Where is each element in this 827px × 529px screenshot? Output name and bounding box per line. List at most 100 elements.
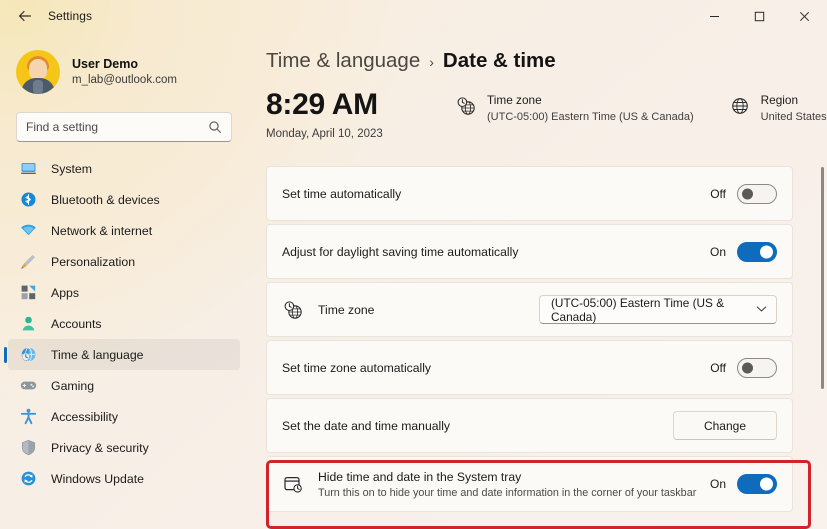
breadcrumb-separator: › <box>429 54 434 70</box>
scrollbar-track[interactable] <box>821 127 825 529</box>
gamepad-icon <box>18 376 38 396</box>
timezone-summary: Time zone (UTC-05:00) Eastern Time (US &… <box>456 89 694 123</box>
clock-globe-icon <box>456 93 476 121</box>
current-time: 8:29 AM <box>266 88 378 121</box>
breadcrumb-parent[interactable]: Time & language <box>266 49 420 73</box>
sidebar-nav: System Bluetooth & devices Network & int… <box>0 153 248 494</box>
set-time-automatically-toggle[interactable] <box>737 183 777 204</box>
sidebar-item-label: Privacy & security <box>51 440 149 455</box>
accessibility-icon <box>18 407 38 427</box>
toggle-state-text: Off <box>710 360 726 375</box>
toggle-state-text: Off <box>710 186 726 201</box>
sidebar-item-label: System <box>51 161 92 176</box>
avatar <box>16 50 60 94</box>
title-bar: Settings <box>0 0 827 32</box>
person-icon <box>18 314 38 334</box>
sidebar-item-apps[interactable]: Apps <box>8 277 240 308</box>
sidebar-item-label: Gaming <box>51 378 95 393</box>
close-icon <box>799 11 810 21</box>
timezone-title: Time zone <box>487 93 542 107</box>
clock-globe-icon <box>18 345 38 365</box>
monitor-icon <box>18 159 38 179</box>
setting-label: Time zone <box>318 302 375 317</box>
region-summary: Region United States <box>730 89 827 123</box>
settings-card-list: Set time automatically Off Adjust for da… <box>266 166 793 512</box>
setting-label: Set time zone automatically <box>282 360 432 375</box>
sidebar-item-label: Apps <box>51 285 80 300</box>
profile-block[interactable]: User Demo m_lab@outlook.com <box>0 38 248 100</box>
minimize-button[interactable] <box>692 0 737 32</box>
setting-row-time-zone[interactable]: Time zone (UTC-05:00) Eastern Time (US &… <box>266 282 793 337</box>
sidebar-item-label: Network & internet <box>51 223 153 238</box>
close-button[interactable] <box>782 0 827 32</box>
daylight-saving-toggle[interactable] <box>737 241 777 262</box>
setting-label: Set time automatically <box>282 186 402 201</box>
sidebar-item-bluetooth-devices[interactable]: Bluetooth & devices <box>8 184 240 215</box>
clock-block: 8:29 AM Monday, April 10, 2023 <box>266 89 456 140</box>
current-date: Monday, April 10, 2023 <box>266 127 383 140</box>
calendar-clock-icon <box>282 473 304 495</box>
region-title: Region <box>760 93 799 107</box>
time-zone-select-value: (UTC-05:00) Eastern Time (US & Canada) <box>551 295 725 324</box>
sidebar-item-personalization[interactable]: Personalization <box>8 246 240 277</box>
set-time-zone-automatically-toggle[interactable] <box>737 357 777 378</box>
paintbrush-icon <box>18 252 38 272</box>
time-zone-select[interactable]: (UTC-05:00) Eastern Time (US & Canada) <box>539 295 777 324</box>
sidebar-item-windows-update[interactable]: Windows Update <box>8 463 240 494</box>
globe-icon <box>730 93 750 121</box>
window-controls <box>692 0 827 32</box>
sidebar-item-accounts[interactable]: Accounts <box>8 308 240 339</box>
hide-time-date-toggle[interactable] <box>737 474 777 494</box>
sidebar-item-network-internet[interactable]: Network & internet <box>8 215 240 246</box>
setting-label: Hide time and date in the System tray <box>318 469 522 484</box>
setting-row-set-time-automatically[interactable]: Set time automatically Off <box>266 166 793 221</box>
page-title: Date & time <box>442 49 556 72</box>
breadcrumb: Time & language › Date & time <box>266 49 827 73</box>
back-button[interactable] <box>8 2 42 30</box>
search-input[interactable] <box>26 120 208 134</box>
search-icon <box>209 121 221 133</box>
sidebar-item-accessibility[interactable]: Accessibility <box>8 401 240 432</box>
setting-row-hide-time-date-system-tray[interactable]: Hide time and date in the System tray Tu… <box>266 456 793 512</box>
toggle-state-text: On <box>709 477 726 491</box>
search-box[interactable] <box>16 112 232 142</box>
setting-label: Set the date and time manually <box>282 418 451 433</box>
region-value: United States <box>760 110 827 123</box>
sidebar-item-label: Accounts <box>51 316 102 331</box>
bluetooth-icon <box>18 190 38 210</box>
clock-globe-icon <box>282 299 304 321</box>
profile-name: User Demo <box>72 56 138 71</box>
wifi-icon <box>18 221 38 241</box>
back-arrow-icon <box>19 10 31 22</box>
minimize-icon <box>710 15 719 17</box>
sidebar: User Demo m_lab@outlook.com S <box>0 32 248 529</box>
sidebar-item-label: Bluetooth & devices <box>51 192 160 207</box>
sidebar-item-label: Windows Update <box>51 471 144 486</box>
setting-label: Adjust for daylight saving time automati… <box>282 244 519 259</box>
main-content: Time & language › Date & time 8:29 AM Mo… <box>248 32 827 529</box>
setting-row-set-time-zone-automatically[interactable]: Set time zone automatically Off <box>266 340 793 395</box>
sidebar-item-time-language[interactable]: Time & language <box>8 339 240 370</box>
app-title: Settings <box>48 9 93 23</box>
sidebar-item-label: Time & language <box>51 347 144 362</box>
sidebar-item-gaming[interactable]: Gaming <box>8 370 240 401</box>
setting-row-daylight-saving[interactable]: Adjust for daylight saving time automati… <box>266 224 793 279</box>
timezone-value: (UTC-05:00) Eastern Time (US & Canada) <box>487 110 694 123</box>
change-button[interactable]: Change <box>673 411 777 440</box>
setting-sublabel: Turn this on to hide your time and date … <box>318 486 697 499</box>
toggle-state-text: On <box>709 244 726 259</box>
maximize-icon <box>754 11 765 21</box>
date-time-summary: 8:29 AM Monday, April 10, 2023 Time zone… <box>266 89 827 153</box>
maximize-button[interactable] <box>737 0 782 32</box>
sidebar-item-privacy-security[interactable]: Privacy & security <box>8 432 240 463</box>
sidebar-item-label: Accessibility <box>51 409 118 424</box>
setting-row-set-date-time-manually[interactable]: Set the date and time manually Change <box>266 398 793 453</box>
profile-email: m_lab@outlook.com <box>72 74 177 87</box>
settings-window: Settings User Demo m_lab@outlook.com Fin… <box>0 0 827 529</box>
update-icon <box>18 469 38 489</box>
shield-icon <box>18 438 38 458</box>
sidebar-item-label: Personalization <box>51 254 136 269</box>
scrollbar-thumb[interactable] <box>821 167 824 389</box>
apps-icon <box>18 283 38 303</box>
sidebar-item-system[interactable]: System <box>8 153 240 184</box>
